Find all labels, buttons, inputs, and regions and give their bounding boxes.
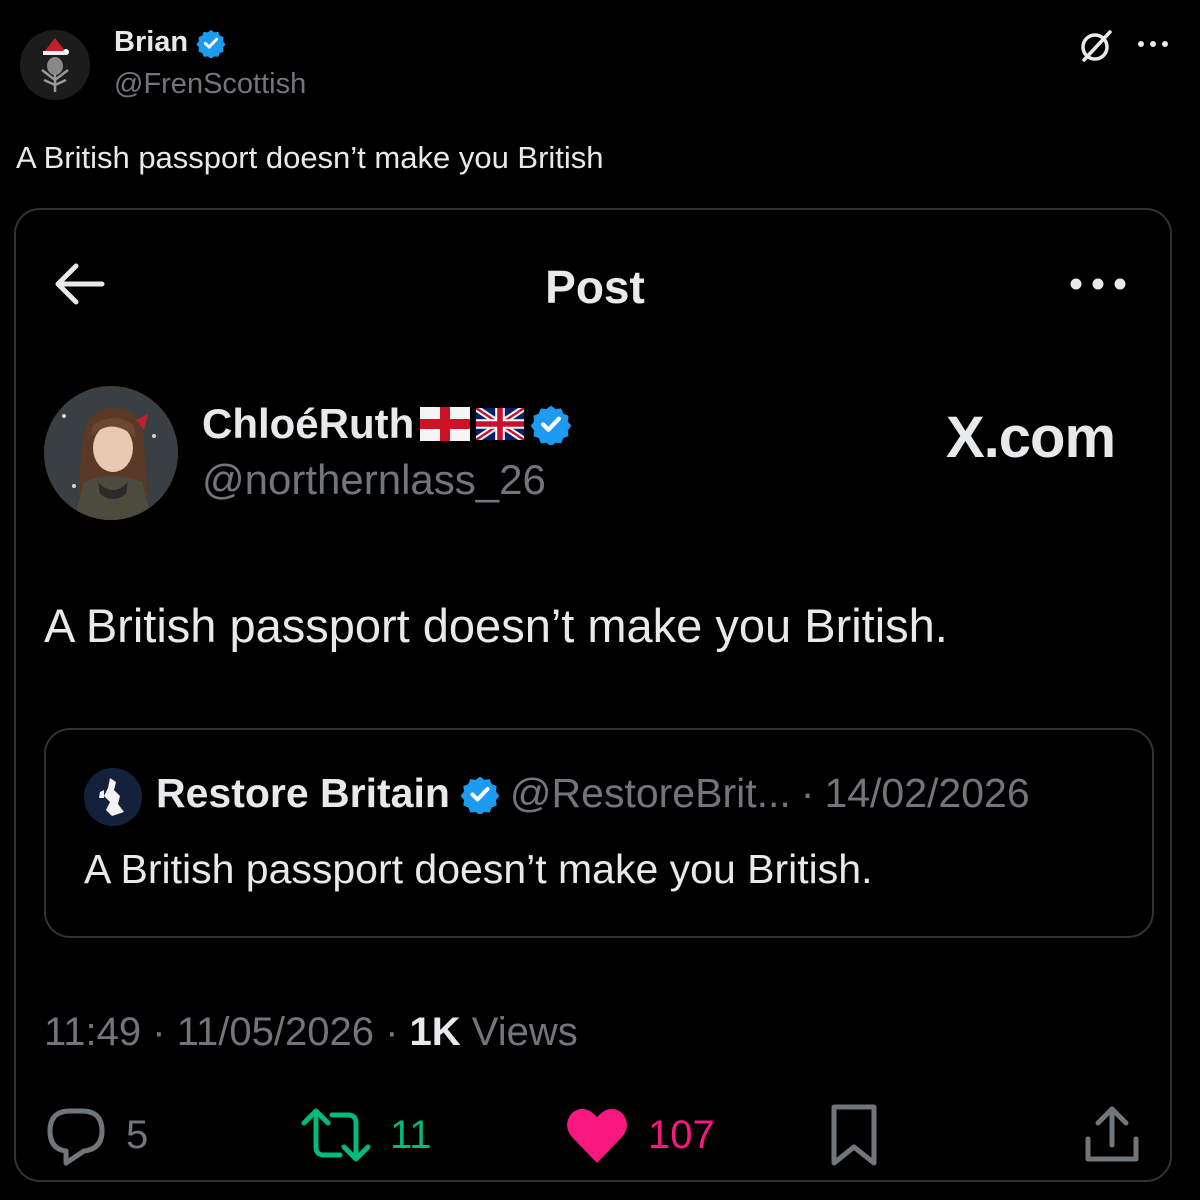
share-icon xyxy=(1085,1106,1139,1162)
like-count: 107 xyxy=(648,1112,715,1157)
reply-button[interactable]: 5 xyxy=(44,1100,148,1170)
quoted-separator: · xyxy=(800,770,815,816)
meta-separator: · xyxy=(152,1010,166,1054)
action-bar: 5 11 107 xyxy=(16,1100,1170,1170)
verified-badge-icon xyxy=(460,776,500,814)
quoted-post[interactable]: Restore Britain @RestoreBrit... · 14/02/… xyxy=(44,728,1154,938)
like-button[interactable]: 107 xyxy=(564,1100,715,1170)
verified-badge-icon xyxy=(196,29,226,58)
post-date[interactable]: 11/05/2026 xyxy=(177,1010,374,1054)
uk-flag-icon xyxy=(476,408,525,440)
page-title: Post xyxy=(545,261,645,313)
quoted-author-avatar[interactable] xyxy=(84,768,142,826)
reply-icon xyxy=(47,1108,105,1166)
outer-author-name[interactable]: Brian xyxy=(114,26,188,59)
outer-author-handle[interactable]: @FrenScottish xyxy=(114,68,306,101)
reply-count: 5 xyxy=(126,1112,149,1157)
post-meta: 11:49 · 11/05/2026 · 1K Views xyxy=(44,1010,578,1055)
england-flag-icon xyxy=(420,407,471,441)
meta-separator: · xyxy=(385,1010,399,1054)
outer-post-header: Brian @FrenScottish xyxy=(0,0,1200,120)
author-avatar[interactable] xyxy=(44,386,178,520)
xcom-watermark: X.com xyxy=(946,405,1116,470)
outer-post-text: A British passport doesn’t make you Brit… xyxy=(16,140,604,175)
verified-badge-icon xyxy=(530,405,572,445)
repost-icon xyxy=(301,1108,371,1162)
bookmark-icon xyxy=(831,1104,877,1166)
grok-icon[interactable] xyxy=(1076,26,1116,66)
repost-count: 11 xyxy=(390,1112,432,1157)
heart-icon xyxy=(567,1108,627,1163)
author-handle[interactable]: @northernlass_26 xyxy=(202,456,546,504)
quoted-date[interactable]: 14/02/2026 xyxy=(824,770,1029,817)
share-button[interactable] xyxy=(1082,1100,1142,1170)
bookmark-button[interactable] xyxy=(826,1100,882,1170)
quoted-author-handle[interactable]: @RestoreBrit... xyxy=(510,770,791,817)
post-time[interactable]: 11:49 xyxy=(44,1010,141,1054)
post-screenshot-card: Post ChloéRuth @northernlass_26 X.com A … xyxy=(14,208,1172,1182)
views-label: Views xyxy=(471,1010,578,1054)
more-dots-icon[interactable] xyxy=(1068,276,1128,292)
more-dots-icon[interactable] xyxy=(1136,38,1170,50)
post-text: A British passport doesn’t make you Brit… xyxy=(44,599,948,652)
repost-button[interactable]: 11 xyxy=(300,1100,432,1170)
quoted-author-name[interactable]: Restore Britain xyxy=(156,770,450,817)
author-name[interactable]: ChloéRuth xyxy=(202,400,414,448)
quoted-post-text: A British passport doesn’t make you Brit… xyxy=(84,846,873,892)
views-count: 1K xyxy=(409,1010,461,1054)
outer-author-avatar[interactable] xyxy=(20,30,90,100)
